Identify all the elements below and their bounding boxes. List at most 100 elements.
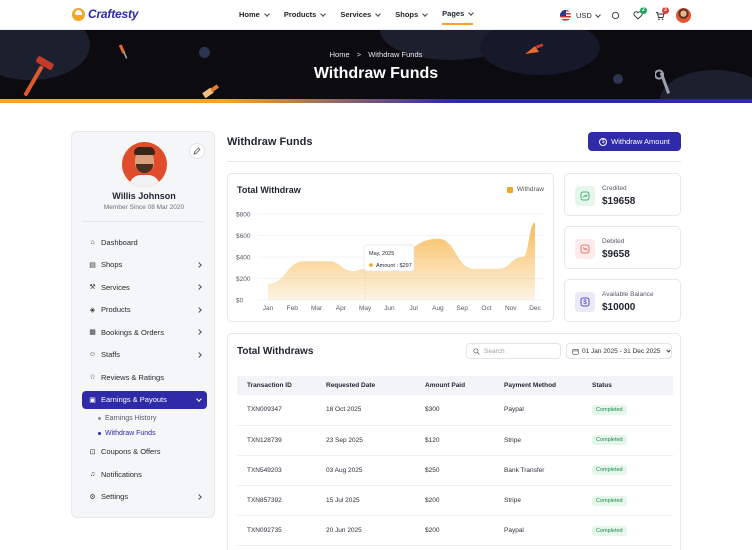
sidebar-item-notifications[interactable]: ♫ Notifications xyxy=(82,463,207,486)
sidebar-item-label: Earnings & Payouts xyxy=(101,395,167,404)
sidebar-item-settings[interactable]: ⚙ Settings xyxy=(82,486,207,509)
home-icon: ⌂ xyxy=(90,238,95,246)
withdraw-area-chart[interactable]: $0 $200 $400 $600 $800 Jan Feb Mar Apr May Jun Jul A… xyxy=(228,174,555,323)
date-range-picker[interactable]: 01 Jan 2025 - 31 Dec 2025 xyxy=(566,343,672,359)
x-tick-label: Jan xyxy=(263,305,274,312)
table-row[interactable]: TXN128739 23 Sep 2025 $120 Stripe Comple… xyxy=(237,425,673,456)
member-since: Member Since 08 Mar 2020 xyxy=(103,204,185,211)
y-tick-label: $400 xyxy=(236,255,251,262)
table-header-row: Transaction ID Requested Date Amount Pai… xyxy=(237,376,673,395)
table-row[interactable]: TXN549203 03 Aug 2025 $250 Bank Transfer… xyxy=(237,455,673,487)
payment-method: Paypal xyxy=(494,395,582,426)
breadcrumb-separator: > xyxy=(356,50,362,59)
menu-shops[interactable]: Shops xyxy=(395,9,428,25)
sidebar-subitem-withdraw-funds[interactable]: Withdraw Funds xyxy=(82,426,207,441)
breadcrumb-current: Withdraw Funds xyxy=(368,50,423,59)
dollar-circle-icon: $ xyxy=(599,137,608,146)
x-tick-label: May xyxy=(359,305,372,312)
stat-value: $10000 xyxy=(602,302,636,313)
breadcrumb-home[interactable]: Home xyxy=(330,50,350,59)
chevron-down-icon xyxy=(422,10,428,17)
search-placeholder: Search xyxy=(484,347,505,355)
sidebar-subitem-earnings-history[interactable]: Earnings History xyxy=(82,411,207,426)
sidebar-item-bookings[interactable]: ▦ Bookings & Orders xyxy=(82,321,207,344)
chevron-right-icon xyxy=(196,306,202,313)
main-menu: Home Products Services Shops Pages xyxy=(239,9,488,25)
withdraw-button-label: Withdraw Amount xyxy=(611,137,670,146)
logo[interactable]: Craftesty xyxy=(72,7,138,21)
sidebar-item-dashboard[interactable]: ⌂ Dashboard xyxy=(82,231,207,254)
amount-paid: $300 xyxy=(415,395,494,426)
chevron-right-icon xyxy=(196,284,202,290)
chevron-right-icon xyxy=(196,493,202,500)
menu-pages[interactable]: Pages xyxy=(442,9,475,25)
transaction-id: TXN092735 xyxy=(237,515,316,547)
column-header: Requested Date xyxy=(316,376,415,395)
search-input[interactable]: Search xyxy=(466,343,561,359)
divider xyxy=(227,161,681,162)
users-icon: ☺ xyxy=(88,351,97,359)
withdraw-amount-button[interactable]: $ Withdraw Amount xyxy=(588,132,681,151)
sidebar-item-shops[interactable]: ▤ Shops xyxy=(82,254,207,277)
coupon-icon: ⊡ xyxy=(89,448,96,456)
stat-label: Debited xyxy=(602,238,625,245)
breadcrumb: Home > Withdraw Funds xyxy=(0,50,752,59)
chevron-down-icon xyxy=(320,10,327,17)
sidebar-item-reviews[interactable]: ☆ Reviews & Ratings xyxy=(82,366,207,389)
chevron-right-icon xyxy=(196,351,202,358)
y-tick-label: $800 xyxy=(236,212,251,219)
user-avatar[interactable] xyxy=(675,8,691,23)
theme-toggle-icon[interactable] xyxy=(610,10,622,22)
total-withdraws-card: Total Withdraws Search 01 Jan 2025 - 31 … xyxy=(227,333,681,550)
requested-date: 03 Aug 2025 xyxy=(316,455,415,487)
profile-avatar xyxy=(122,142,167,187)
sidebar-item-earnings[interactable]: ▣ Earnings & Payouts xyxy=(82,390,207,409)
transaction-id: TXN009347 xyxy=(237,395,316,426)
menu-services[interactable]: Services xyxy=(340,9,382,25)
amount-paid: $250 xyxy=(415,455,494,487)
sidebar-item-products[interactable]: ◈ Products xyxy=(82,299,207,322)
page-title: Withdraw Funds xyxy=(313,65,439,82)
menu-home[interactable]: Home xyxy=(239,9,270,25)
requested-date: 20 Jun 2025 xyxy=(316,515,415,547)
menu-products[interactable]: Products xyxy=(283,9,327,25)
tooltip-label: Amount : $297 xyxy=(376,263,412,269)
divider xyxy=(82,221,204,222)
cart-icon[interactable]: 3 xyxy=(654,6,669,22)
nav-actions: USD 2 3 xyxy=(560,6,691,23)
sidebar: Willis Johnson Member Since 08 Mar 2020 … xyxy=(71,131,215,518)
stat-value: $19658 xyxy=(602,196,636,207)
stat-card-debited: Debited $9658 xyxy=(564,226,681,269)
table-row[interactable]: TXN009347 18 Oct 2025 $300 Paypal Comple… xyxy=(237,395,673,426)
star-icon: ☆ xyxy=(89,374,96,382)
wishlist-icon[interactable]: 2 xyxy=(632,6,647,22)
amount-paid: $200 xyxy=(415,515,494,547)
table-title: Total Withdraws xyxy=(237,346,314,357)
edit-profile-button[interactable] xyxy=(189,143,205,159)
calendar-icon xyxy=(572,348,579,355)
table-row[interactable]: TXN857392 15 Jul 2025 $200 Stripe Comple… xyxy=(237,485,673,517)
payment-method: Stripe xyxy=(494,425,582,456)
x-tick-label: Feb xyxy=(287,305,299,312)
requested-date: 23 Sep 2025 xyxy=(316,425,415,456)
wallet-icon: ▣ xyxy=(89,396,96,404)
currency-selector[interactable]: USD xyxy=(560,10,601,21)
sidebar-item-staffs[interactable]: ☺ Staffs xyxy=(82,344,207,367)
x-tick-label: Oct xyxy=(481,305,491,312)
x-tick-label: Mar xyxy=(311,305,323,312)
us-flag-icon xyxy=(560,10,571,21)
sidebar-item-services[interactable]: ⚒ Services xyxy=(82,276,207,299)
sidebar-item-label: Settings xyxy=(101,492,129,502)
sidebar-item-coupons[interactable]: ⊡ Coupons & Offers xyxy=(82,441,207,464)
table-row[interactable]: TXN092735 20 Jun 2025 $200 Paypal Comple… xyxy=(237,515,673,547)
services-icon: ⚒ xyxy=(89,284,96,292)
chevron-down-icon xyxy=(375,10,382,17)
status-cell: Completed xyxy=(582,455,673,487)
stat-card-available-balance: $ Available Balance $10000 xyxy=(564,279,681,322)
status-badge: Completed xyxy=(592,404,627,415)
tooltip-title: May, 2025 xyxy=(369,251,394,257)
dollar-icon: $ xyxy=(575,292,595,312)
status-cell: Completed xyxy=(582,515,673,547)
menu-label: Products xyxy=(283,10,317,19)
payment-method: Paypal xyxy=(494,515,582,547)
